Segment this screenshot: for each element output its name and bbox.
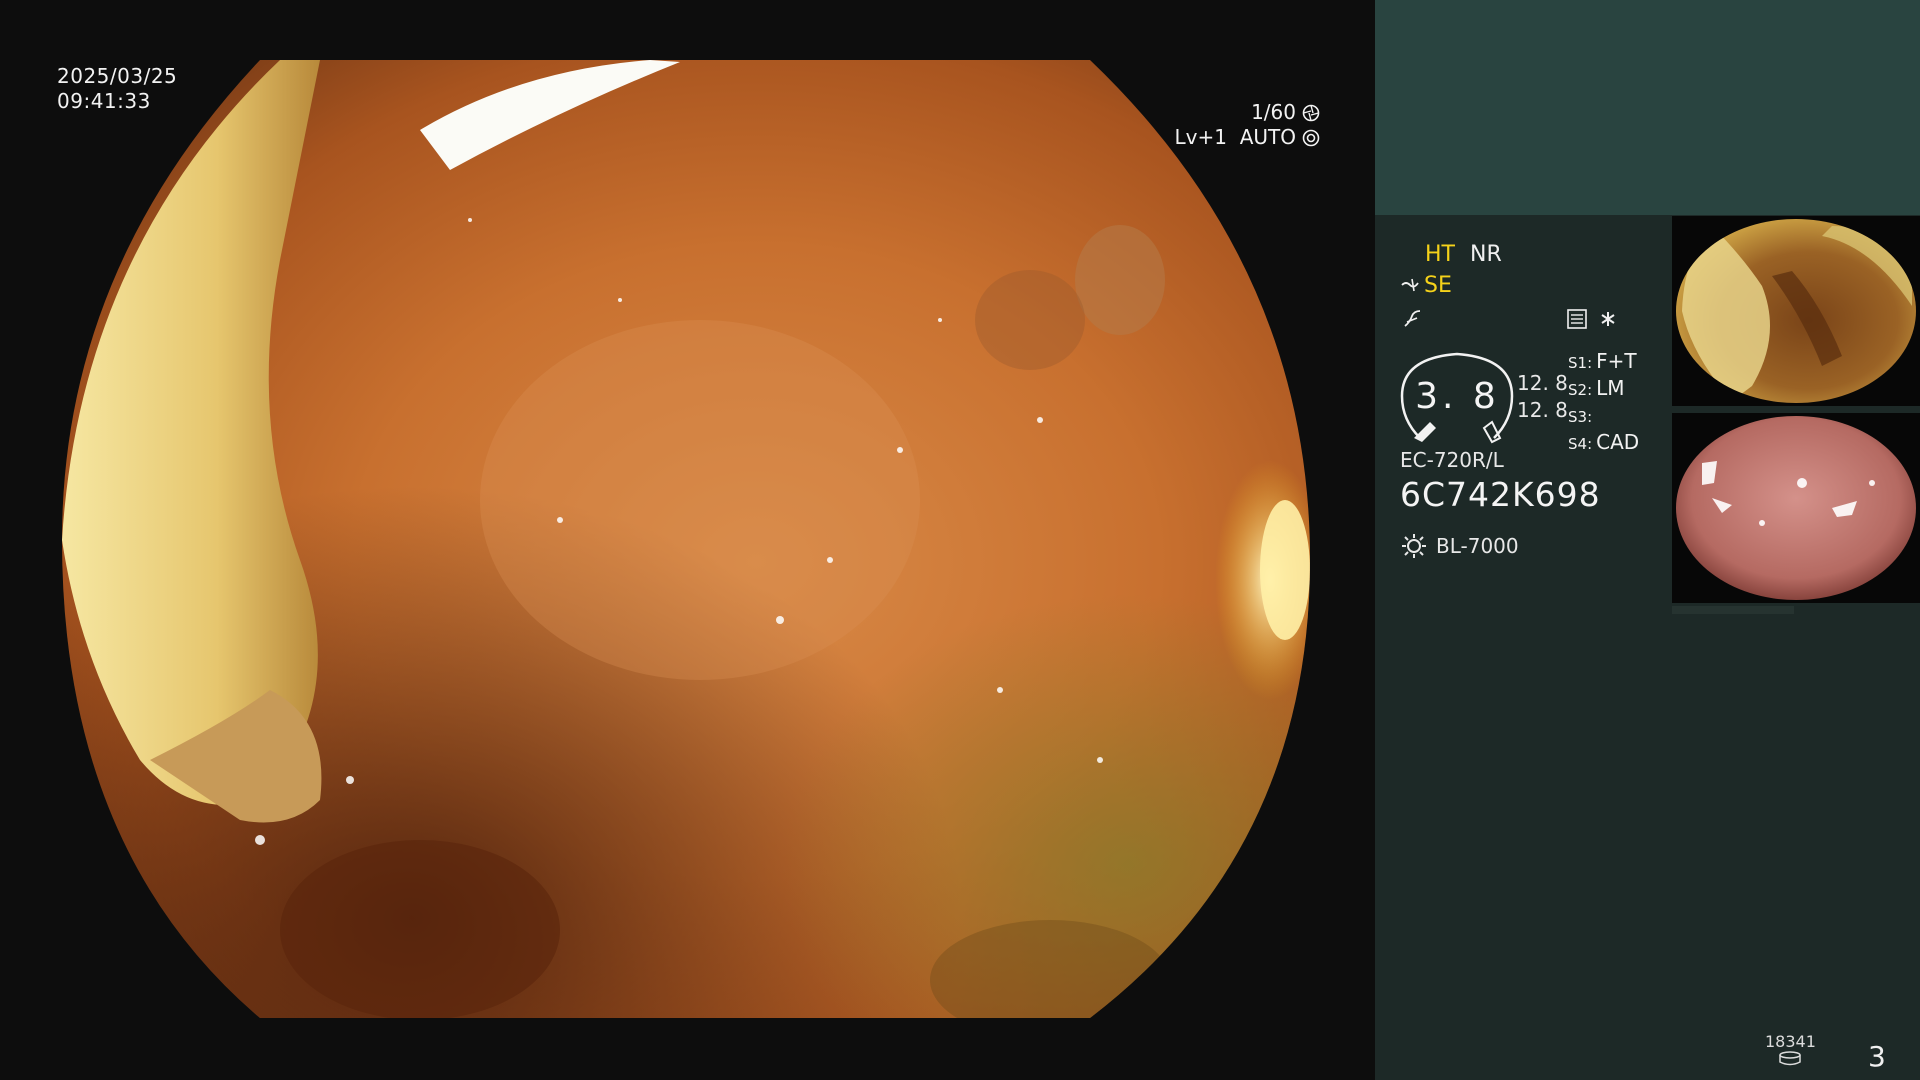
settings-list-icon [1567,309,1587,329]
slot-key: S2: [1568,381,1593,399]
shutter-icon [1302,104,1320,121]
date-time-overlay: 2025/03/25 09:41:33 [57,64,177,114]
gamma-curve-icon [1404,310,1421,327]
setting-value: 12. 8 [1517,371,1568,395]
capture-count-value: 18341 [1765,1032,1816,1051]
slot-s2: S2: LM [1568,376,1639,403]
thumbnail-image [1672,216,1920,406]
date-label: 2025/03/25 [57,64,178,88]
capture-thumbnail[interactable] [1672,413,1920,603]
slot-s1: S1: F+T [1568,349,1639,376]
thumbnail-image [1672,413,1920,603]
se-status: SE [1400,273,1452,298]
slot-s3: S3: [1568,403,1639,430]
scope-serial: 6C742K698 [1400,475,1601,514]
slot-s4: S4: CAD [1568,430,1639,457]
exposure-overlay: 1/60 Lv+1 AUTO [1175,100,1320,150]
endoscope-view: 2025/03/25 09:41:33 1/60 Lv+1 AUTO [0,0,1375,1080]
slot-value: CAD [1596,430,1640,454]
enhancement-curve-icon [1401,278,1419,291]
scope-model: EC-720R/L [1400,448,1504,472]
slot-key: S3: [1568,408,1593,426]
light-bulb-icon [1402,534,1426,558]
slot-value: LM [1596,376,1625,400]
page-number: 3 [1868,1040,1886,1073]
time-label: 09:41:33 [57,89,151,113]
endoscope-image [62,60,1310,1018]
slot-key: S4: [1568,435,1593,453]
iris-icon [1302,129,1320,146]
scope-switch-slots: S1: F+T S2: LM S3: S4: CAD [1568,349,1639,457]
setting-values: 12. 8 12. 8 [1517,370,1568,424]
setting-value: 12. 8 [1517,398,1568,422]
asterisk-icon [1601,312,1615,326]
slot-value: F+T [1596,349,1637,373]
gauge-value: 3. 8 [1415,376,1500,417]
capture-thumbnail[interactable] [1672,216,1920,406]
nr-indicator: NR [1469,242,1502,267]
panel-header [1375,0,1920,215]
ht-nr-status: HT NR [1425,242,1502,267]
thumbnail-scrollbar[interactable] [1672,606,1794,614]
ht-indicator: HT [1425,242,1455,267]
slot-key: S1: [1568,354,1593,372]
light-source: BL-7000 [1400,532,1519,560]
iris-mode-label: Lv+1 AUTO [1174,125,1296,149]
capture-counter: 18341 [1765,1032,1816,1071]
storage-icon [1779,1051,1802,1066]
se-indicator: SE [1424,273,1452,298]
shutter-speed-label: 1/60 [1251,100,1296,124]
light-source-label: BL-7000 [1436,534,1519,558]
